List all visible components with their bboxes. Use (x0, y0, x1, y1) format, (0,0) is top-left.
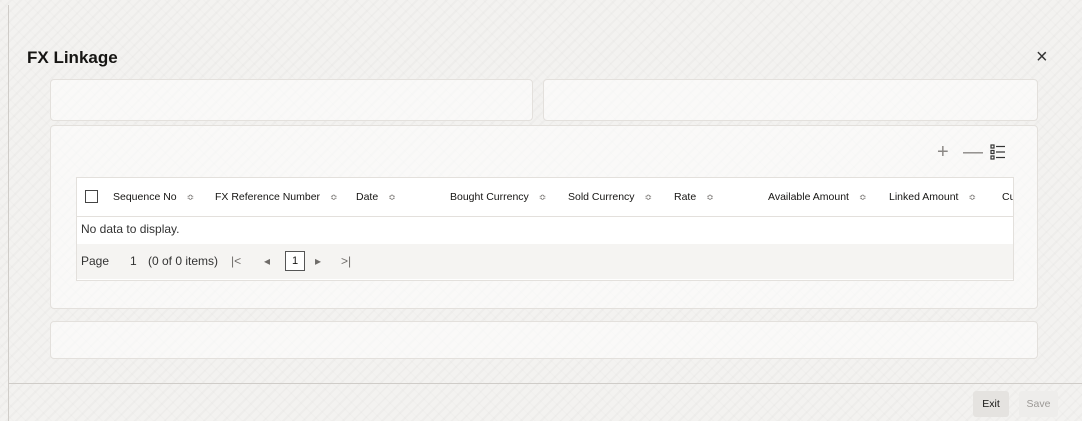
sort-icon[interactable]: ≎ (968, 192, 976, 202)
next-page-icon[interactable]: ▸ (315, 254, 321, 268)
exit-button[interactable]: Exit (973, 391, 1009, 417)
pagination-bar: Page 1 (0 of 0 items) |< ◂ 1 ▸ >| (77, 244, 1013, 279)
sort-icon[interactable]: ≎ (539, 192, 547, 202)
column-label: Sequence No (113, 191, 177, 203)
sort-icon[interactable]: ≎ (388, 192, 396, 202)
column-date[interactable]: Date ≎ (356, 178, 396, 216)
sort-icon[interactable]: ≎ (187, 192, 195, 202)
summary-panel (50, 321, 1038, 359)
current-page-button[interactable]: 1 (285, 251, 305, 271)
close-icon[interactable]: × (1036, 46, 1048, 69)
sort-icon[interactable]: ≎ (330, 192, 338, 202)
fx-linkage-table: Sequence No ≎ FX Reference Number ≎ Date ≎ … (76, 177, 1014, 281)
column-rate[interactable]: Rate ≎ (674, 178, 714, 216)
column-currency-truncated[interactable]: Cu (1002, 178, 1013, 216)
column-label: Bought Currency (450, 191, 529, 203)
footer-divider (8, 383, 1082, 384)
header-panel-right (543, 79, 1038, 121)
last-page-icon[interactable]: >| (341, 254, 351, 268)
column-sequence-no[interactable]: Sequence No ≎ (113, 178, 194, 216)
sort-icon[interactable]: ≎ (706, 192, 714, 202)
items-info: (0 of 0 items) (148, 254, 219, 268)
column-bought-currency[interactable]: Bought Currency ≎ (450, 178, 546, 216)
empty-message: No data to display. (81, 222, 180, 236)
column-label: Date (356, 191, 379, 203)
dialog-title: FX Linkage (27, 48, 118, 67)
column-available-amount[interactable]: Available Amount ≎ (768, 178, 867, 216)
table-header: Sequence No ≎ FX Reference Number ≎ Date ≎ … (77, 178, 1013, 217)
column-fx-reference-number[interactable]: FX Reference Number ≎ (215, 178, 338, 216)
sort-icon[interactable]: ≎ (859, 192, 867, 202)
add-row-icon[interactable]: + (937, 141, 949, 164)
remove-row-icon[interactable]: — (963, 141, 983, 164)
page-number-input[interactable]: 1 (130, 254, 137, 268)
column-label: Rate (674, 191, 697, 203)
column-label: FX Reference Number (215, 191, 321, 203)
column-label: Linked Amount (889, 191, 959, 203)
select-all-checkbox[interactable] (85, 190, 98, 203)
page-label: Page (81, 254, 110, 268)
column-settings-icon[interactable] (990, 144, 1006, 160)
column-sold-currency[interactable]: Sold Currency ≎ (568, 178, 652, 216)
sort-icon[interactable]: ≎ (645, 192, 653, 202)
column-label: Sold Currency (568, 191, 635, 203)
column-label: Available Amount (768, 191, 849, 203)
column-label: Cu (1002, 191, 1013, 203)
previous-page-icon[interactable]: ◂ (264, 254, 270, 268)
column-linked-amount[interactable]: Linked Amount ≎ (889, 178, 976, 216)
header-panel-left (50, 79, 533, 121)
first-page-icon[interactable]: |< (231, 254, 241, 268)
save-button[interactable]: Save (1019, 391, 1058, 417)
